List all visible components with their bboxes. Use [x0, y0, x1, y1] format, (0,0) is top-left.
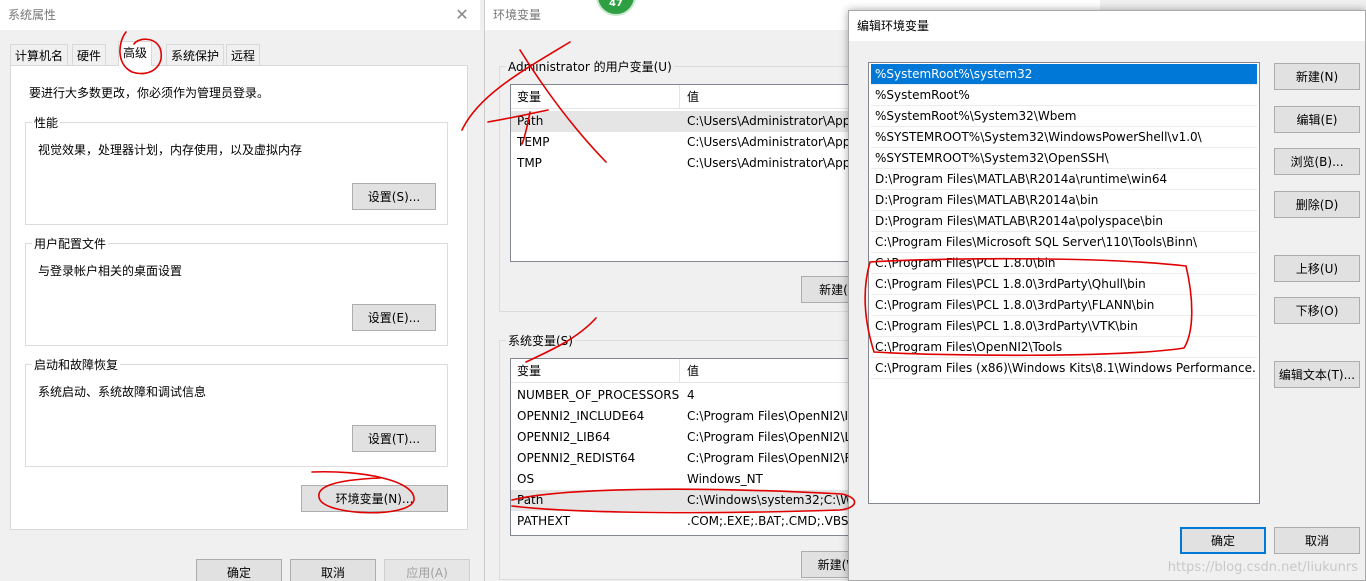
tab-advanced[interactable]: 高级 — [118, 41, 153, 66]
user-profiles-group: 用户配置文件 与登录帐户相关的桌面设置 设置(E)... — [25, 235, 448, 346]
sysprops-cancel-button[interactable]: 取消 — [290, 559, 376, 581]
system-properties-window: 系统属性 ✕ 计算机名 硬件 高级 系统保护 远程 要进行大多数更改，你必须作为… — [0, 0, 480, 581]
performance-desc: 视觉效果，处理器计划，内存使用，以及虚拟内存 — [38, 143, 303, 157]
col-variable[interactable]: 变量 — [511, 359, 541, 383]
delete-entry-button[interactable]: 删除(D) — [1274, 191, 1360, 218]
system-variables-label: 系统变量(S) — [506, 332, 575, 349]
sysprops-apply-button[interactable]: 应用(A) — [384, 559, 470, 581]
tab-hardware[interactable]: 硬件 — [72, 44, 107, 66]
var-name: Path — [517, 114, 544, 128]
tab-computer-name[interactable]: 计算机名 — [10, 44, 69, 66]
watermark: https://blog.csdn.net/liukunrs — [1167, 560, 1358, 575]
user-variables-label: Administrator 的用户变量(U) — [506, 58, 674, 75]
list-item[interactable]: D:\Program Files\MATLAB\R2014a\polyspace… — [871, 211, 1257, 232]
edit-entry-button[interactable]: 编辑(E) — [1274, 106, 1360, 133]
close-icon[interactable]: ✕ — [452, 0, 472, 30]
move-up-button[interactable]: 上移(U) — [1274, 255, 1360, 282]
sysprops-titlebar: 系统属性 ✕ — [0, 0, 480, 30]
var-name: OPENNI2_INCLUDE64 — [517, 409, 645, 423]
col-variable[interactable]: 变量 — [511, 85, 541, 109]
admin-note: 要进行大多数更改，你必须作为管理员登录。 — [29, 86, 270, 100]
advanced-panel: 要进行大多数更改，你必须作为管理员登录。 性能 视觉效果，处理器计划，内存使用，… — [10, 65, 468, 530]
list-item[interactable]: %SystemRoot% — [871, 85, 1257, 106]
list-item[interactable]: %SystemRoot%\System32\Wbem — [871, 106, 1257, 127]
list-item[interactable]: D:\Program Files\MATLAB\R2014a\bin — [871, 190, 1257, 211]
var-name: OPENNI2_LIB64 — [517, 430, 611, 444]
list-item[interactable]: C:\Program Files\PCL 1.8.0\bin — [871, 253, 1257, 274]
list-item[interactable]: %SystemRoot%\system32 — [871, 64, 1257, 85]
startup-recovery-desc: 系统启动、系统故障和调试信息 — [38, 385, 207, 399]
col-value[interactable]: 值 — [681, 359, 699, 383]
startup-recovery-label: 启动和故障恢复 — [32, 356, 121, 373]
column-divider[interactable] — [679, 85, 680, 109]
user-profiles-settings-button[interactable]: 设置(E)... — [352, 304, 436, 331]
var-name: Path — [517, 493, 544, 507]
path-entries-list[interactable]: %SystemRoot%\system32 %SystemRoot% %Syst… — [868, 62, 1260, 504]
var-name: OS — [517, 472, 535, 486]
list-item[interactable]: C:\Program Files\PCL 1.8.0\3rdParty\FLAN… — [871, 295, 1257, 316]
environment-variables-button[interactable]: 环境变量(N)... — [301, 485, 448, 512]
sysprops-ok-button[interactable]: 确定 — [196, 559, 282, 581]
list-item[interactable]: C:\Program Files\PCL 1.8.0\3rdParty\VTK\… — [871, 316, 1257, 337]
list-item[interactable]: C:\Program Files (x86)\Windows Kits\8.1\… — [871, 358, 1257, 379]
sysprops-title: 系统属性 — [8, 8, 57, 22]
edit-text-button[interactable]: 编辑文本(T)... — [1274, 361, 1360, 388]
startup-recovery-group: 启动和故障恢复 系统启动、系统故障和调试信息 设置(T)... — [25, 356, 448, 467]
editenv-cancel-button[interactable]: 取消 — [1274, 527, 1360, 554]
move-down-button[interactable]: 下移(O) — [1274, 297, 1360, 324]
list-item[interactable]: C:\Program Files\PCL 1.8.0\3rdParty\Qhul… — [871, 274, 1257, 295]
tab-system-protection[interactable]: 系统保护 — [166, 44, 225, 66]
col-value[interactable]: 值 — [681, 85, 699, 109]
edit-environment-variable-window: 编辑环境变量 %SystemRoot%\system32 %SystemRoot… — [848, 10, 1366, 581]
performance-label: 性能 — [32, 114, 61, 131]
list-item[interactable]: D:\Program Files\MATLAB\R2014a\runtime\w… — [871, 169, 1257, 190]
editenv-titlebar: 编辑环境变量 — [849, 11, 1365, 41]
editenv-title: 编辑环境变量 — [857, 19, 930, 33]
var-name: TEMP — [517, 135, 550, 149]
list-item[interactable]: C:\Program Files\Microsoft SQL Server\11… — [871, 232, 1257, 253]
editenv-ok-button[interactable]: 确定 — [1180, 527, 1266, 554]
performance-group: 性能 视觉效果，处理器计划，内存使用，以及虚拟内存 设置(S)... — [25, 114, 448, 225]
user-profiles-desc: 与登录帐户相关的桌面设置 — [38, 264, 183, 278]
list-item[interactable]: %SYSTEMROOT%\System32\OpenSSH\ — [871, 148, 1257, 169]
envvars-title: 环境变量 — [493, 8, 542, 22]
var-name: OPENNI2_REDIST64 — [517, 451, 636, 465]
var-name: PATHEXT — [517, 514, 571, 528]
browse-button[interactable]: 浏览(B)... — [1274, 148, 1360, 175]
list-item[interactable]: C:\Program Files\OpenNI2\Tools — [871, 337, 1257, 358]
var-name: NUMBER_OF_PROCESSORS — [517, 388, 679, 402]
startup-settings-button[interactable]: 设置(T)... — [352, 425, 436, 452]
tab-remote[interactable]: 远程 — [226, 44, 261, 66]
user-profiles-label: 用户配置文件 — [32, 235, 109, 252]
performance-settings-button[interactable]: 设置(S)... — [352, 183, 436, 210]
column-divider[interactable] — [679, 359, 680, 383]
var-name: TMP — [517, 156, 542, 170]
list-item[interactable]: %SYSTEMROOT%\System32\WindowsPowerShell\… — [871, 127, 1257, 148]
new-entry-button[interactable]: 新建(N) — [1274, 63, 1360, 90]
